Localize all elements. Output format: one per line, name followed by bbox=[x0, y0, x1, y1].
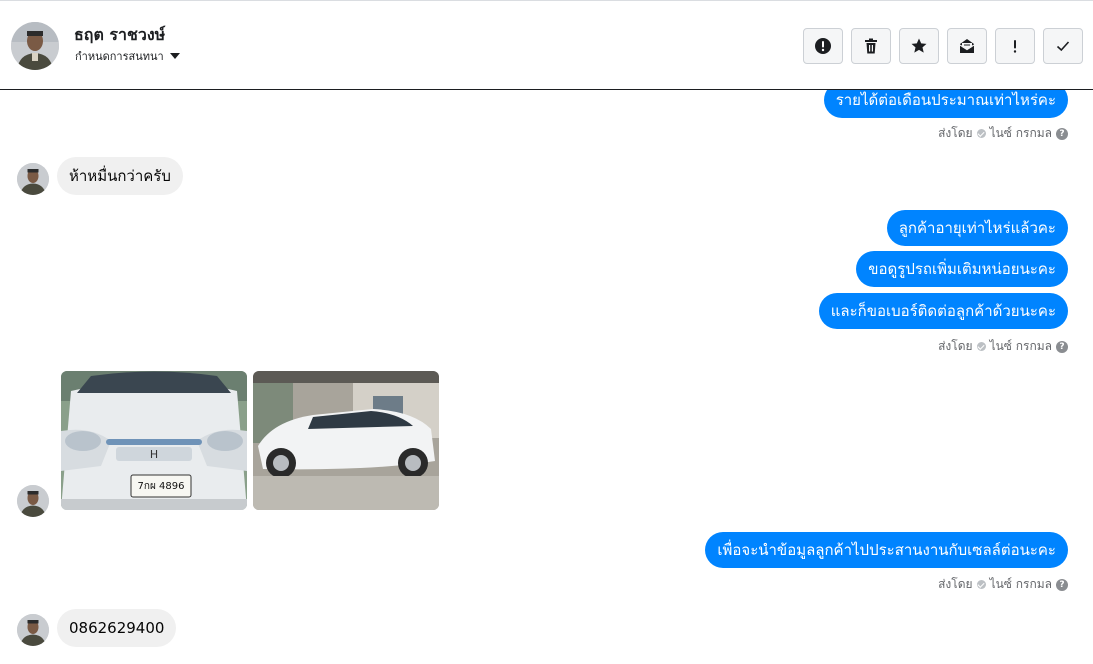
star-icon bbox=[911, 38, 927, 53]
alert-circle-icon bbox=[815, 38, 831, 54]
help-icon[interactable]: ? bbox=[1056, 340, 1068, 353]
exclamation-icon bbox=[1013, 40, 1017, 53]
check-icon bbox=[1056, 41, 1070, 52]
sent-by-info: ส่งโดย ไนซ์ กรกมล ? bbox=[938, 575, 1068, 594]
outgoing-message[interactable]: ขอดูรูปรถเพิ่มเติมหน่อยนะคะ bbox=[856, 251, 1068, 287]
trash-icon bbox=[865, 38, 877, 54]
contact-avatar-small[interactable] bbox=[17, 614, 49, 646]
mark-done-button[interactable] bbox=[1043, 28, 1083, 64]
license-plate-text: 7กผ 4896 bbox=[138, 481, 185, 492]
sender-name: ไนซ์ กรกมล bbox=[989, 126, 1052, 140]
sender-name: ไนซ์ กรกมล bbox=[989, 577, 1052, 591]
assign-label: กำหนดการสนทนา bbox=[75, 50, 164, 63]
help-icon[interactable]: ? bbox=[1056, 578, 1068, 591]
sent-by-prefix: ส่งโดย bbox=[938, 126, 973, 140]
mark-unread-button[interactable] bbox=[947, 28, 987, 64]
incoming-message[interactable]: 0862629400 bbox=[57, 609, 177, 647]
contact-name: ธฤต ราชวงษ์ bbox=[74, 25, 166, 44]
star-button[interactable] bbox=[899, 28, 939, 64]
conversation-header: ธฤต ราชวงษ์ กำหนดการสนทนา bbox=[0, 0, 1093, 90]
delete-button[interactable] bbox=[851, 28, 891, 64]
spam-button[interactable] bbox=[803, 28, 843, 64]
contact-avatar-small[interactable] bbox=[17, 163, 49, 195]
assign-conversation-dropdown[interactable]: กำหนดการสนทนา bbox=[75, 47, 180, 65]
conversation-view: ธฤต ราชวงษ์ กำหนดการสนทนา รายได้ต่อเดือน… bbox=[0, 0, 1093, 664]
contact-avatar[interactable] bbox=[11, 22, 59, 70]
car-side-photo[interactable] bbox=[253, 371, 439, 510]
check-icon bbox=[976, 580, 986, 589]
caret-down-icon bbox=[169, 53, 180, 59]
sent-by-prefix: ส่งโดย bbox=[938, 339, 973, 353]
help-icon[interactable]: ? bbox=[1056, 127, 1068, 140]
header-actions bbox=[803, 28, 1083, 64]
sender-name: ไนซ์ กรกมล bbox=[989, 339, 1052, 353]
outgoing-message[interactable]: เพื่อจะนำข้อมูลลูกค้าไปประสานงานกับเซลล์… bbox=[705, 532, 1068, 568]
sent-by-prefix: ส่งโดย bbox=[938, 577, 973, 591]
contact-avatar-small[interactable] bbox=[17, 485, 49, 517]
follow-up-button[interactable] bbox=[995, 28, 1035, 64]
svg-text:H: H bbox=[150, 448, 158, 461]
outgoing-message[interactable]: และก็ขอเบอร์ติดต่อลูกค้าด้วยนะคะ bbox=[818, 293, 1068, 329]
car-front-photo[interactable]: H 7กผ 4896 bbox=[61, 371, 247, 510]
envelope-open-icon bbox=[959, 39, 975, 53]
sent-by-info: ส่งโดย ไนซ์ กรกมล ? bbox=[938, 124, 1068, 143]
outgoing-message[interactable]: ลูกค้าอายุเท่าไหร่แล้วคะ bbox=[886, 210, 1068, 246]
sent-by-info: ส่งโดย ไนซ์ กรกมล ? bbox=[938, 337, 1068, 356]
check-icon bbox=[976, 342, 986, 351]
check-icon bbox=[976, 129, 986, 138]
incoming-message[interactable]: ห้าหมื่นกว่าครับ bbox=[57, 157, 183, 195]
